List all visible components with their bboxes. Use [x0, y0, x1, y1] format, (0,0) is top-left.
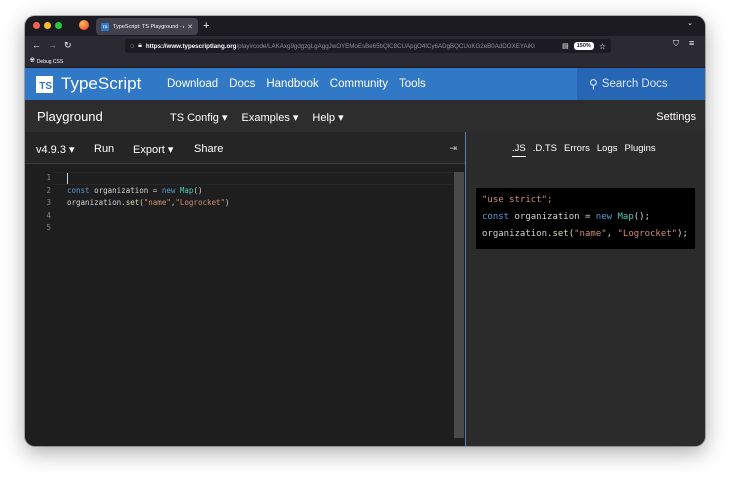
globe-icon: 🌐︎: [30, 58, 35, 64]
tab-title: TypeScript: TS Playground - An: [113, 23, 185, 30]
shield-icon[interactable]: ⛉: [673, 39, 679, 49]
bookmarks-bar: 🌐︎ Debug CSS: [25, 56, 705, 68]
playground-menu: TS Config ▾ Examples ▾ Help ▾: [170, 111, 344, 124]
zoom-badge[interactable]: 150%: [573, 42, 594, 50]
compiled-js-output: "use strict"; const organization = new M…: [476, 188, 695, 249]
tab-js[interactable]: .JS: [512, 143, 526, 157]
tab-plugins[interactable]: Plugins: [625, 143, 656, 157]
playground-bar: Playground TS Config ▾ Examples ▾ Help ▾…: [25, 100, 705, 132]
run-button[interactable]: Run: [94, 143, 114, 155]
code-lines[interactable]: const organization = new Map() organizat…: [67, 172, 230, 235]
output-line: const organization = new Map();: [482, 212, 651, 222]
editor-toolbar: v4.9.3 ▾ Run Export ▾ Share ⇥: [25, 132, 465, 164]
share-button[interactable]: Share: [194, 143, 223, 155]
browser-window: TS TypeScript: TS Playground - An ✕ + ⌄ …: [25, 16, 705, 446]
chevron-down-icon: ▾: [292, 112, 299, 124]
search-placeholder: Search Docs: [601, 78, 668, 90]
tab-logs[interactable]: Logs: [597, 143, 618, 157]
examples-menu[interactable]: Examples ▾: [242, 111, 299, 124]
code-editor[interactable]: 1 2 3 4 5 const organization = new Map()…: [25, 164, 465, 446]
browser-tab[interactable]: TS TypeScript: TS Playground - An ✕: [96, 18, 198, 35]
lock-icon[interactable]: 🔒︎: [138, 42, 142, 50]
nav-toolbar: ← → ↻ ◌ 🔒︎ https://www.typescriptlang.or…: [25, 36, 705, 56]
typescript-favicon-icon: TS: [101, 22, 109, 31]
output-tabs: .JS .D.TS Errors Logs Plugins: [512, 143, 656, 157]
version-select[interactable]: v4.9.3 ▾: [36, 143, 75, 156]
arrow-right-icon[interactable]: →: [48, 39, 57, 52]
close-window-button[interactable]: [33, 22, 40, 29]
nav-docs[interactable]: Docs: [229, 78, 255, 90]
ts-config-menu[interactable]: TS Config ▾: [170, 111, 228, 124]
code-line[interactable]: const organization = new Map(): [67, 185, 230, 198]
minimize-window-button[interactable]: [44, 22, 51, 29]
close-tab-icon[interactable]: ✕: [187, 23, 193, 31]
shield-outline-icon[interactable]: ◌: [130, 43, 134, 50]
settings-link[interactable]: Settings: [656, 111, 696, 123]
url-bar[interactable]: ◌ 🔒︎ https://www.typescriptlang.org/play…: [125, 39, 611, 53]
search-docs[interactable]: ⚲ Search Docs: [577, 68, 705, 100]
search-icon: ⚲: [589, 77, 598, 91]
reader-view-icon[interactable]: ▤: [562, 42, 569, 50]
text-cursor: [67, 173, 68, 184]
site-header: TS TypeScript Download Docs Handbook Com…: [25, 68, 705, 100]
output-pane: .JS .D.TS Errors Logs Plugins "use stric…: [466, 132, 705, 446]
reload-icon[interactable]: ↻: [64, 39, 72, 52]
site-nav: Download Docs Handbook Community Tools: [167, 78, 426, 90]
editor-scrollbar[interactable]: [454, 172, 464, 438]
brand-title[interactable]: TypeScript: [61, 74, 141, 94]
help-menu[interactable]: Help ▾: [312, 111, 343, 124]
nav-download[interactable]: Download: [167, 78, 218, 90]
nav-tools[interactable]: Tools: [399, 78, 426, 90]
line-number: 4: [46, 210, 51, 220]
line-number-gutter: 1 2 3 4 5: [25, 172, 51, 235]
url-text[interactable]: https://www.typescriptlang.org/play#code…: [146, 43, 558, 50]
code-line[interactable]: [67, 210, 230, 223]
firefox-view-icon[interactable]: [79, 20, 89, 30]
new-tab-button[interactable]: +: [203, 18, 209, 34]
code-line[interactable]: [67, 172, 230, 185]
typescript-logo-icon[interactable]: TS: [36, 76, 53, 93]
line-number: 2: [46, 185, 51, 195]
zoom-window-button[interactable]: [55, 22, 62, 29]
chevron-down-icon: ▾: [338, 112, 344, 124]
nav-handbook[interactable]: Handbook: [266, 78, 318, 90]
export-menu[interactable]: Export ▾: [133, 143, 173, 156]
line-number: 3: [46, 198, 51, 207]
chevron-down-icon[interactable]: ⌄: [687, 19, 693, 27]
chevron-down-icon: ▾: [167, 144, 174, 156]
nav-community[interactable]: Community: [330, 78, 388, 90]
tab-errors[interactable]: Errors: [564, 143, 590, 157]
arrow-left-icon[interactable]: ←: [32, 39, 41, 52]
chevron-down-icon: ▾: [221, 112, 228, 124]
collapse-sidebar-icon[interactable]: ⇥: [449, 143, 457, 154]
code-line[interactable]: organization.set("name","Logrocket"): [67, 197, 230, 210]
output-line: organization.set("name", "Logrocket");: [482, 229, 688, 239]
page-title: Playground: [37, 109, 103, 124]
line-number: 1: [46, 173, 51, 182]
hamburger-icon[interactable]: ≡: [689, 38, 694, 48]
code-line[interactable]: [67, 222, 230, 235]
tab-dts[interactable]: .D.TS: [533, 143, 557, 157]
line-number: 5: [46, 223, 51, 232]
tab-strip: TS TypeScript: TS Playground - An ✕ + ⌄: [25, 16, 705, 36]
output-line: "use strict";: [482, 195, 553, 205]
chevron-down-icon: ▾: [69, 144, 75, 156]
star-icon[interactable]: ☆: [599, 42, 606, 51]
bookmark-debug-css[interactable]: Debug CSS: [37, 59, 63, 65]
